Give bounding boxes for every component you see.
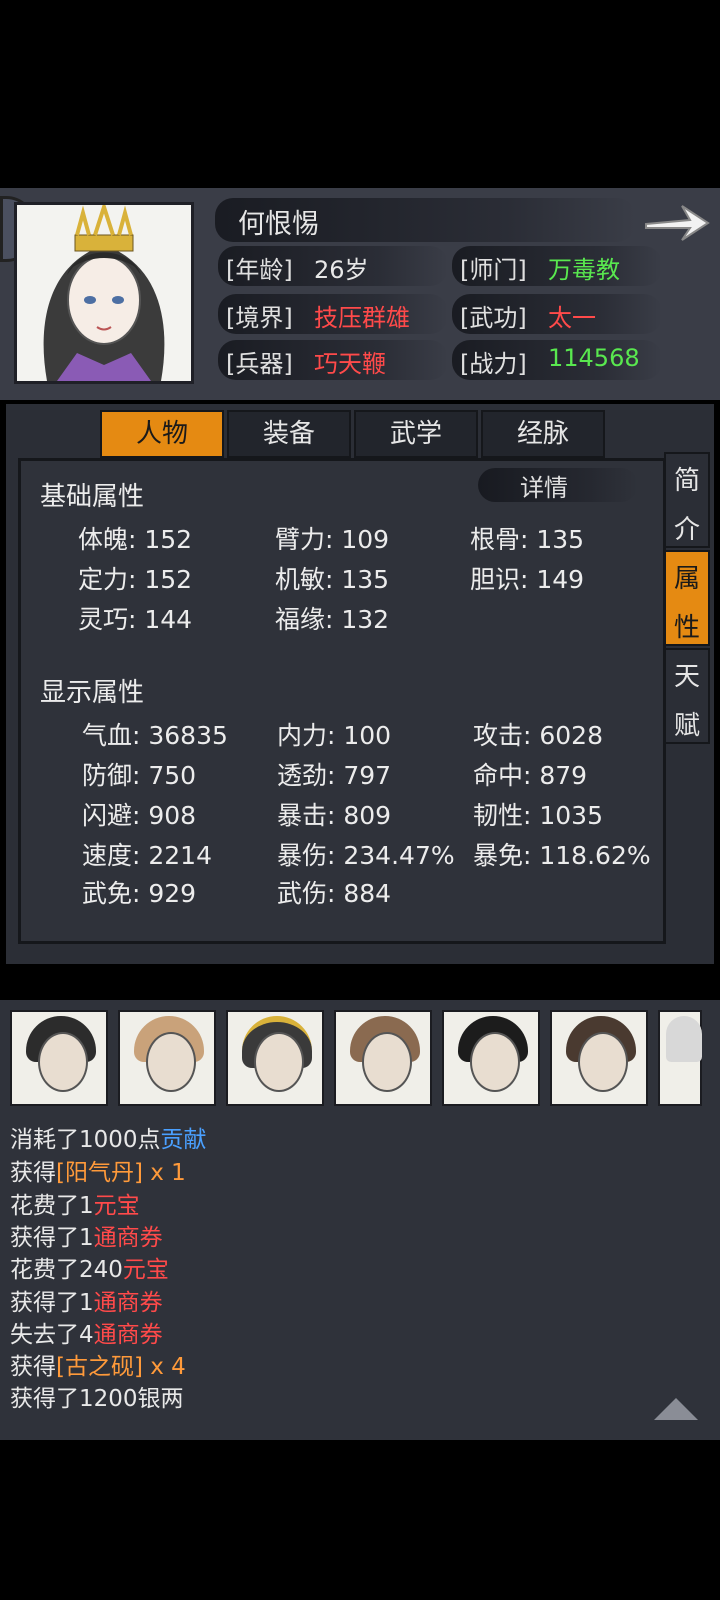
side-tab-char: 天 — [673, 662, 700, 692]
log-line: 失去了4通商券 — [10, 1315, 163, 1349]
side-tab-char: 赋 — [673, 711, 700, 741]
basic-stat: 臂力: 109 — [275, 525, 390, 554]
log-text: 获得了1 — [10, 1225, 94, 1251]
log-text: 花费了240 — [10, 1257, 123, 1283]
side-tab-char: 属 — [673, 564, 700, 594]
basic-stat: 体魄: 152 — [78, 525, 193, 554]
basic-stat: 福缘: 132 — [275, 605, 390, 634]
basic-attributes-title: 基础属性 — [40, 482, 145, 512]
log-text: [古之砚] — [56, 1354, 143, 1380]
log-line: 获得[古之砚] x 4 — [10, 1347, 186, 1381]
fur-hat-warrior-icon[interactable] — [118, 1010, 216, 1106]
basic-stat: 胆识: 149 — [470, 565, 585, 594]
tab-character[interactable]: 人物 — [100, 410, 224, 458]
tab-meridians[interactable]: 经脉 — [481, 410, 605, 458]
display-stat: 透劲: 797 — [277, 761, 392, 790]
tab-martial-arts[interactable]: 武学 — [354, 410, 478, 458]
log-text: 获得了1200银两 — [10, 1386, 184, 1412]
log-line: 消耗了1000点贡献 — [10, 1120, 207, 1154]
side-tab-char: 简 — [673, 466, 700, 496]
display-stat: 暴伤: 234.47% — [277, 841, 455, 870]
info-value-weapon: 巧天鞭 — [314, 350, 386, 378]
basic-stat: 定力: 152 — [78, 565, 193, 594]
log-text: 通商券 — [93, 1290, 163, 1316]
basic-stat: 灵巧: 144 — [78, 605, 193, 634]
log-text: 元宝 — [93, 1193, 140, 1219]
log-text: 消耗了1000点 — [10, 1127, 161, 1153]
character-portrait — [14, 200, 194, 384]
display-stat: 暴免: 118.62% — [473, 841, 651, 870]
info-value-age: 26岁 — [314, 256, 369, 284]
side-tab-char: 性 — [673, 613, 700, 643]
log-text: 失去了4 — [10, 1322, 94, 1348]
side-tab-talent[interactable]: 天 赋 — [664, 648, 710, 744]
log-text: 元宝 — [122, 1257, 169, 1283]
basic-stat: 机敏: 135 — [275, 565, 390, 594]
log-text: x 4 — [142, 1354, 186, 1380]
basic-stat: 根骨: 135 — [470, 525, 585, 554]
crowned-lady-icon — [43, 200, 165, 381]
display-stat: 暴击: 809 — [277, 801, 392, 830]
scroll-up-icon[interactable] — [654, 1398, 698, 1420]
display-stat: 内力: 100 — [277, 721, 392, 750]
display-stat: 防御: 750 — [82, 761, 197, 790]
white-hair-icon[interactable] — [658, 1010, 702, 1106]
display-stat: 速度: 2214 — [82, 841, 212, 870]
info-label-age: [年龄] — [226, 256, 293, 284]
log-text: 贡献 — [160, 1127, 207, 1153]
side-tab-intro[interactable]: 简 介 — [664, 452, 710, 548]
display-stat: 韧性: 1035 — [473, 801, 603, 830]
log-text: 获得 — [10, 1160, 56, 1186]
next-arrow-icon[interactable] — [642, 198, 712, 248]
flower-lady-icon[interactable] — [334, 1010, 432, 1106]
log-line: 花费了1元宝 — [10, 1186, 140, 1220]
info-label-realm: [境界] — [226, 304, 293, 332]
info-label-sect: [师门] — [460, 256, 527, 284]
display-stat: 武免: 929 — [82, 879, 197, 908]
scholar-fan-icon[interactable] — [10, 1010, 108, 1106]
log-line: 获得了1200银两 — [10, 1379, 184, 1413]
log-text: 通商券 — [93, 1225, 163, 1251]
info-label-weapon: [兵器] — [226, 350, 293, 378]
info-value-power: 114568 — [548, 344, 640, 372]
display-stat: 气血: 36835 — [82, 721, 228, 750]
info-label-power: [战力] — [460, 350, 527, 378]
log-line: 获得[阳气丹] x 1 — [10, 1153, 186, 1187]
log-text: x 1 — [142, 1160, 186, 1186]
info-value-sect: 万毒教 — [548, 256, 620, 284]
info-label-martial: [武功] — [460, 304, 527, 332]
side-tab-char: 介 — [673, 515, 700, 545]
log-text: 花费了1 — [10, 1193, 94, 1219]
display-stat: 攻击: 6028 — [473, 721, 603, 750]
side-tab-attributes[interactable]: 属 性 — [664, 550, 710, 646]
tab-equipment[interactable]: 装备 — [227, 410, 351, 458]
log-text: 通商券 — [93, 1322, 163, 1348]
maiden-icon[interactable] — [550, 1010, 648, 1106]
info-value-martial: 太一 — [548, 304, 596, 332]
display-attributes-title: 显示属性 — [40, 678, 145, 708]
log-line: 获得了1通商券 — [10, 1218, 163, 1252]
info-value-realm: 技压群雄 — [314, 304, 410, 332]
crowned-lady-icon[interactable] — [226, 1010, 324, 1106]
log-line: 花费了240元宝 — [10, 1250, 169, 1284]
display-stat: 武伤: 884 — [277, 879, 392, 908]
log-text: [阳气丹] — [56, 1160, 143, 1186]
display-stat: 命中: 879 — [473, 761, 588, 790]
swordsman-icon[interactable] — [442, 1010, 540, 1106]
log-text: 获得 — [10, 1354, 56, 1380]
log-line: 获得了1通商券 — [10, 1283, 163, 1317]
display-stat: 闪避: 908 — [82, 801, 197, 830]
log-text: 获得了1 — [10, 1290, 94, 1316]
detail-button[interactable]: 详情 — [520, 468, 568, 503]
character-name: 何恨惕 — [238, 209, 319, 240]
